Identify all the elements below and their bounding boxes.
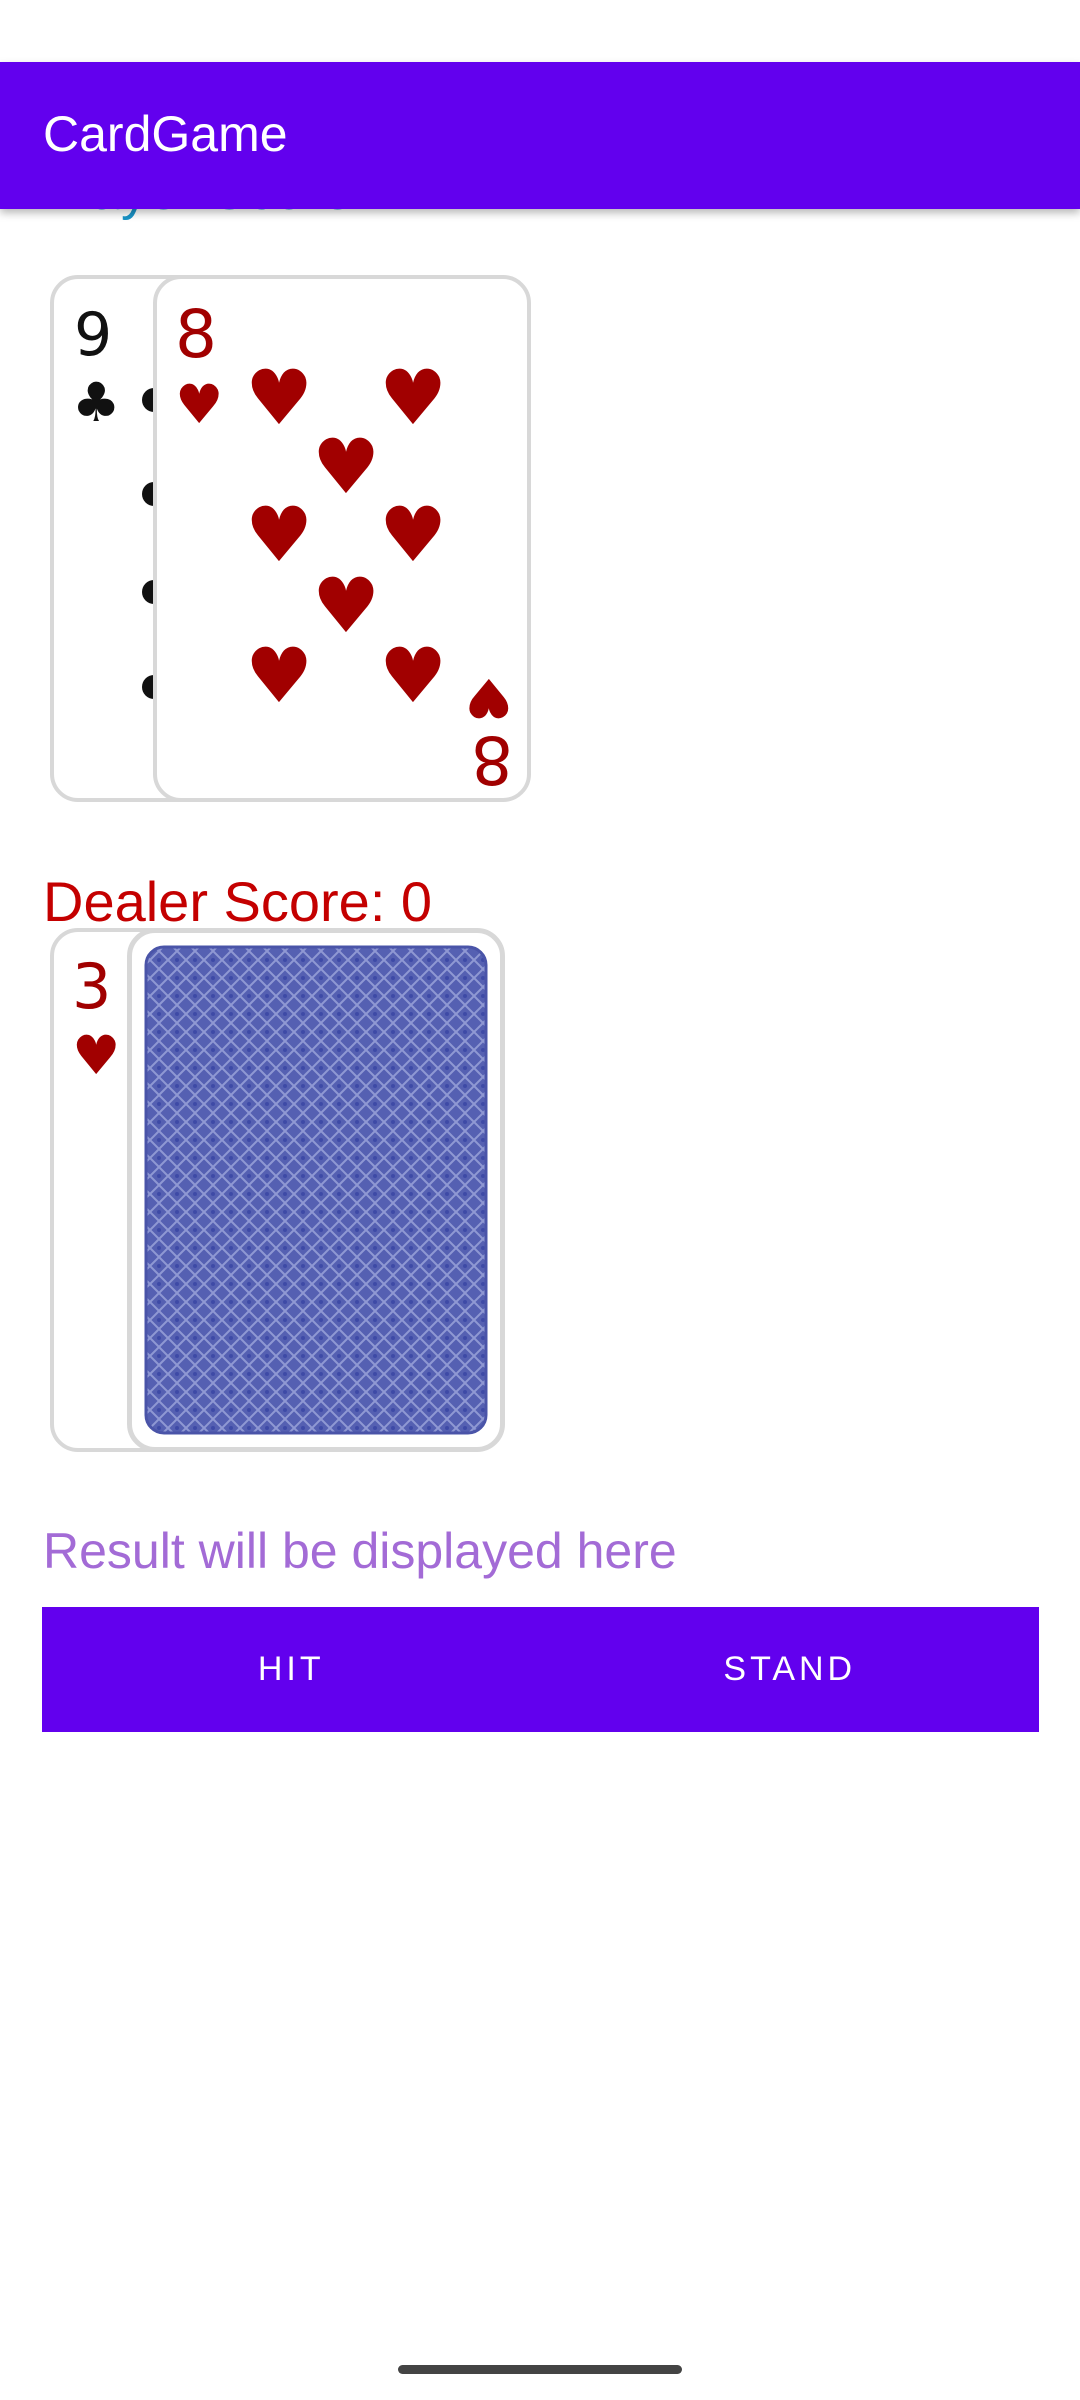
svg-text:♥: ♥	[245, 353, 313, 442]
card-rank: 9	[74, 300, 112, 370]
card-rank: 8	[175, 296, 217, 373]
stand-button[interactable]: STAND	[541, 1607, 1040, 1732]
player-card-2: 8 ♥ ♥ ♥ ♥ ♥ ♥ ♥ ♥ ♥ 8 ♥	[153, 275, 531, 802]
svg-text:♥: ♥	[379, 490, 447, 579]
card-suit: ♥	[175, 373, 223, 436]
card-suit: ♥	[72, 1024, 120, 1087]
game-actions: HIT STAND	[42, 1607, 1039, 1732]
card-rank: 3	[72, 950, 111, 1023]
card-back-pattern	[144, 945, 488, 1435]
svg-text:♥: ♥	[312, 422, 380, 511]
app-title: CardGame	[43, 106, 288, 162]
game-content: Player Score: 17 9 ♣ 8 ♥ ♥ ♥ ♥ ♥ ♥ ♥ ♥ ♥	[0, 62, 1080, 2400]
svg-text:♥: ♥	[379, 631, 447, 720]
hit-button[interactable]: HIT	[42, 1607, 541, 1732]
card-rank-inverted: 8	[471, 721, 513, 798]
svg-text:♥: ♥	[312, 561, 380, 650]
eight-of-hearts-card-face: 8 ♥ ♥ ♥ ♥ ♥ ♥ ♥ ♥ ♥ 8 ♥	[175, 296, 513, 798]
dealer-card-2-face-down	[127, 928, 505, 1452]
status-bar	[0, 0, 1080, 62]
card-suit: ♣	[72, 371, 120, 434]
svg-text:♥: ♥	[379, 353, 447, 442]
home-gesture-handle[interactable]	[398, 2365, 682, 2374]
svg-text:♥: ♥	[245, 631, 313, 720]
svg-text:♥: ♥	[245, 490, 313, 579]
app-bar: CardGame	[0, 62, 1080, 209]
dealer-score: Dealer Score: 0	[43, 870, 433, 933]
card-suit-inverted: ♥	[465, 666, 513, 729]
result-message: Result will be displayed here	[43, 1523, 677, 1579]
